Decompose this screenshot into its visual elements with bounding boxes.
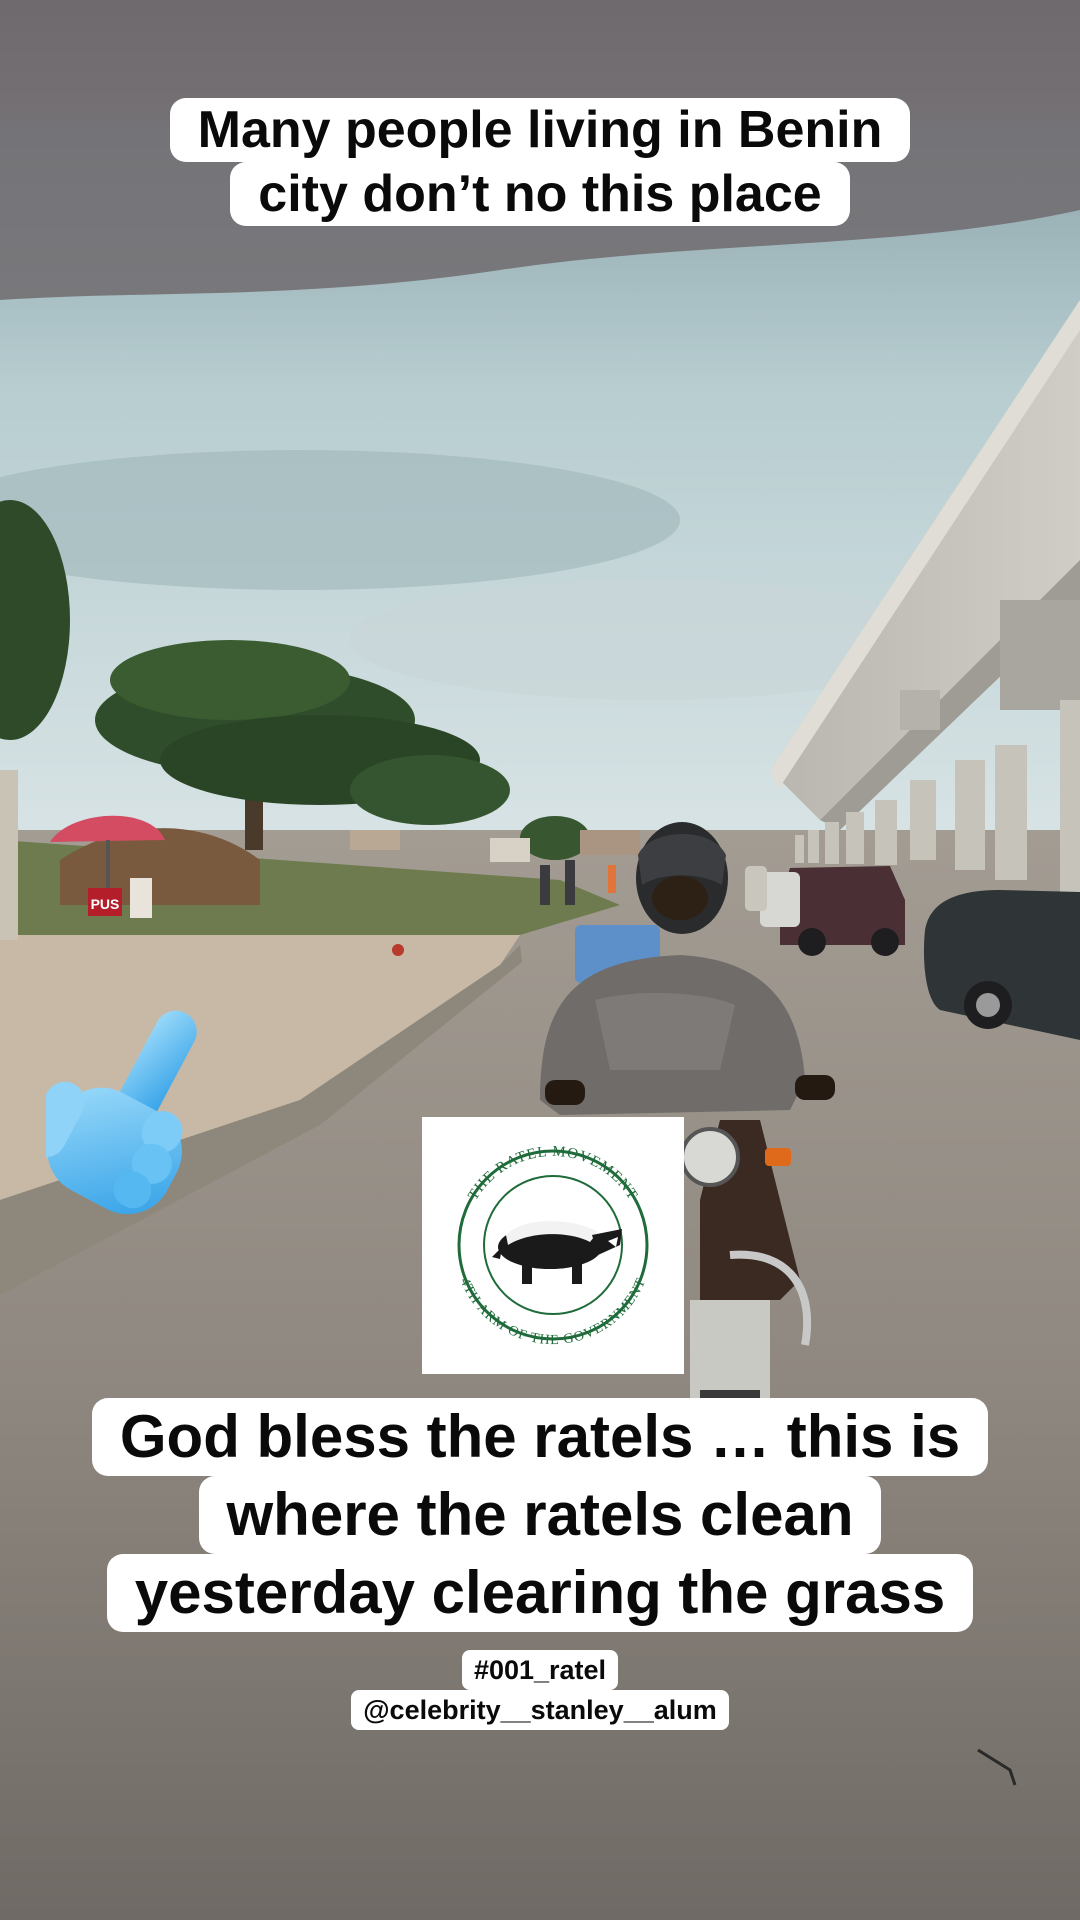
bottom-caption: God bless the ratels … this is where the… [0,1398,1080,1632]
headlight [680,1127,740,1187]
top-caption: Many people living in Benin city don’t n… [0,98,1080,226]
street-photo: PUS [0,0,1080,1920]
user-handle[interactable]: @celebrity__stanley__alum [351,1690,729,1730]
logo-ring-top-text: THE RATEL MOVEMENT [465,1144,640,1203]
pointing-hand-icon [26,1005,216,1235]
storefront-sign: PUS [91,896,120,912]
logo-ring-bottom-text: 4TH ARM OF THE GOVERNMENT [457,1276,650,1348]
hashtag[interactable]: #001_ratel [461,1650,619,1690]
top-caption-line: Many people living in Benin [169,98,911,162]
bottom-caption-line: yesterday clearing the grass [106,1554,974,1632]
honey-badger-icon [492,1221,622,1284]
tags: #001_ratel @celebrity__stanley__alum [0,1650,1080,1730]
bottom-caption-line: God bless the ratels … this is [91,1398,989,1476]
top-caption-line: city don’t no this place [230,162,850,226]
ratel-movement-logo: THE RATEL MOVEMENT 4TH ARM OF THE GOVERN… [422,1117,684,1374]
bottom-caption-line: where the ratels clean [198,1476,882,1554]
